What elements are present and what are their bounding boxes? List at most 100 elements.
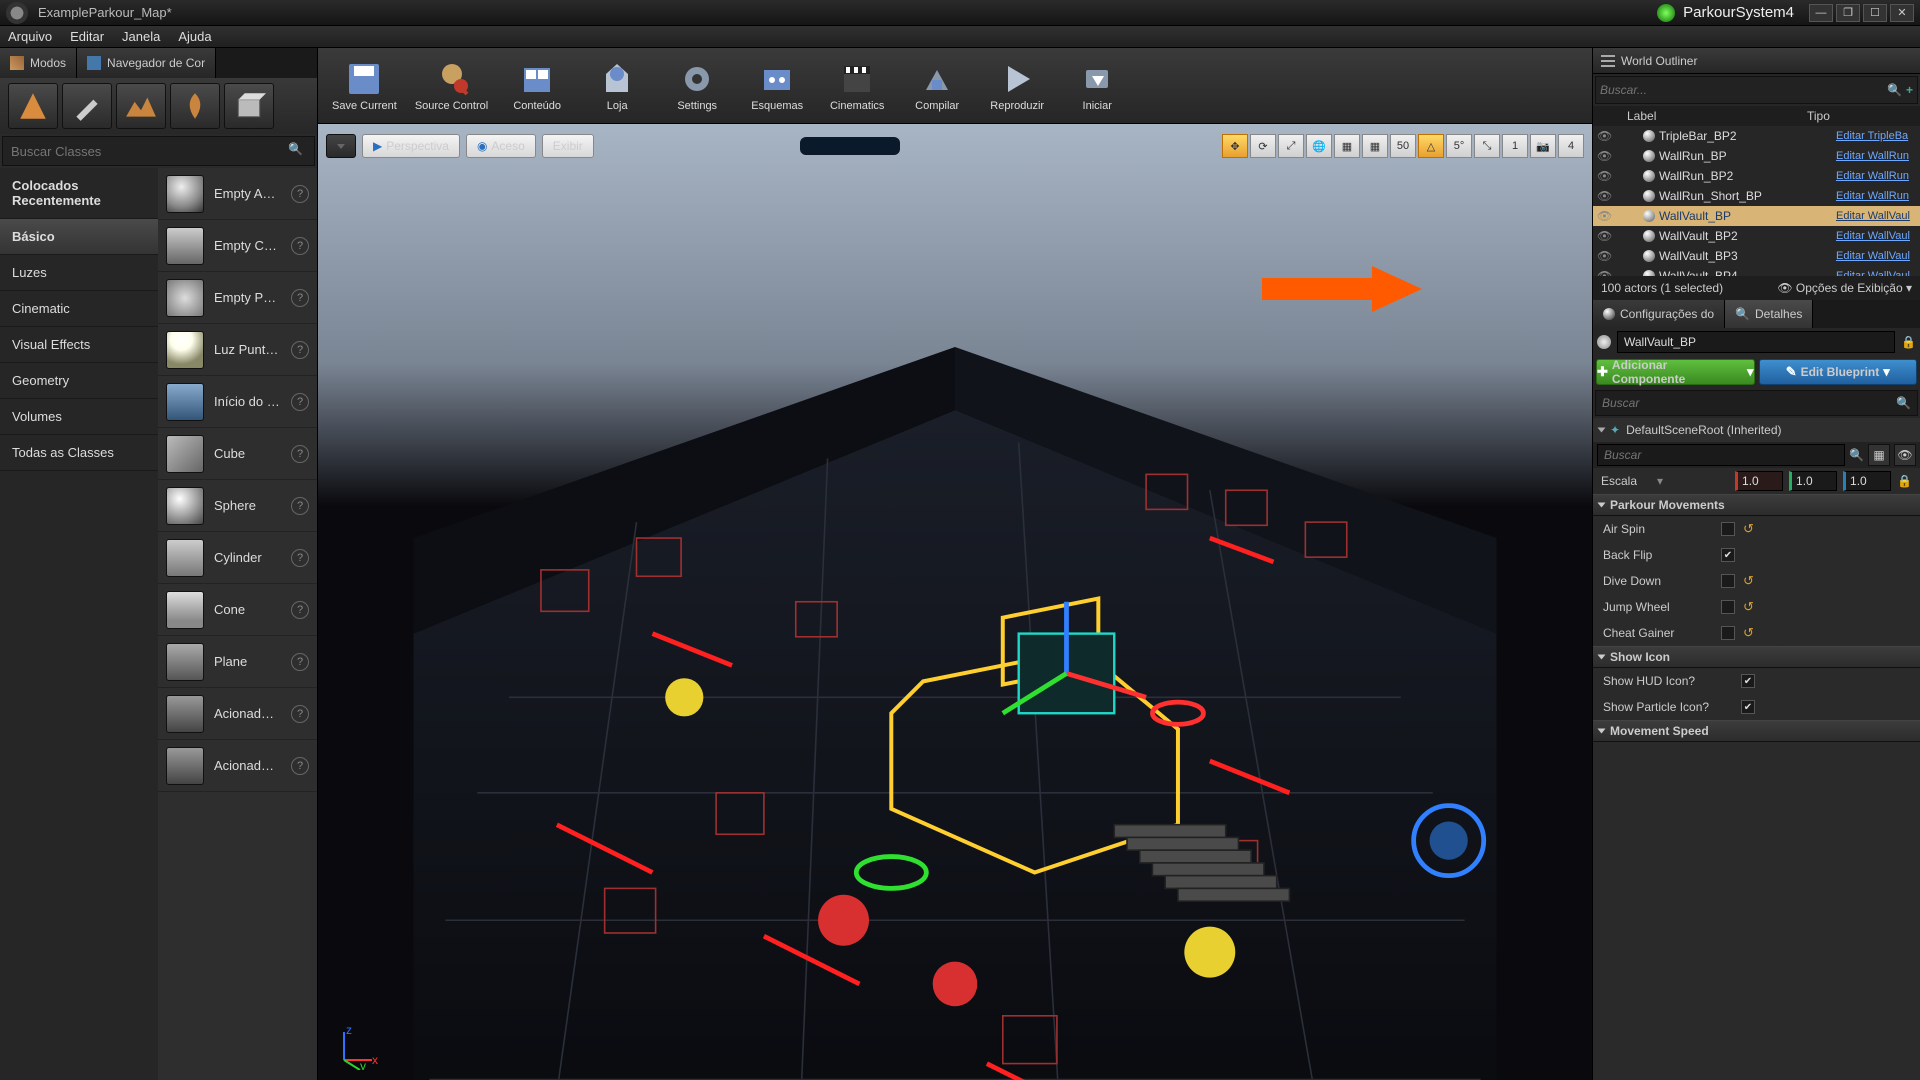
lock-icon[interactable]: 🔒 (1897, 474, 1912, 488)
menu-edit[interactable]: Editar (70, 29, 104, 44)
edit-link[interactable]: Editar WallVaul (1836, 210, 1916, 222)
checkbox[interactable]: ✔ (1741, 700, 1755, 714)
toolbar-cine-button[interactable]: Cinematics (820, 51, 894, 121)
checkbox[interactable] (1721, 574, 1735, 588)
info-icon[interactable]: ? (291, 497, 309, 515)
reset-icon[interactable]: ↺ (1743, 573, 1754, 589)
grid-snap-value[interactable]: 50 (1390, 134, 1416, 158)
info-icon[interactable]: ? (291, 757, 309, 775)
edit-link[interactable]: Editar WallRun (1836, 170, 1916, 182)
component-search-input[interactable] (1602, 396, 1896, 410)
scale-snap-toggle[interactable]: ⤡ (1474, 134, 1500, 158)
scene-root-row[interactable]: ✦ DefaultSceneRoot (Inherited) (1593, 418, 1920, 442)
category-item[interactable]: Visual Effects (0, 327, 158, 363)
tab-content-browser[interactable]: Navegador de Cor (77, 48, 216, 78)
column-label[interactable]: Label (1627, 109, 1807, 123)
scale-snap-value[interactable]: 1 (1502, 134, 1528, 158)
actor-item[interactable]: Cube? (158, 428, 317, 480)
category-item[interactable]: Colocados Recentemente (0, 168, 158, 219)
category-item[interactable]: Todas as Classes (0, 435, 158, 471)
outliner-row[interactable]: 👁WallVault_BPEditar WallVaul (1593, 206, 1920, 226)
visibility-icon[interactable]: 👁 (1597, 129, 1611, 143)
grid-snap-toggle[interactable]: ▦ (1362, 134, 1388, 158)
visibility-icon[interactable]: 👁 (1597, 269, 1611, 276)
property-matrix-button[interactable]: ▦ (1868, 444, 1890, 466)
visibility-icon[interactable]: 👁 (1597, 189, 1611, 203)
toolbar-gear-button[interactable]: Settings (660, 51, 734, 121)
toolbar-build-button[interactable]: Compilar (900, 51, 974, 121)
outliner-row[interactable]: 👁WallRun_BPEditar WallRun (1593, 146, 1920, 166)
search-classes[interactable]: 🔍 (2, 136, 315, 166)
source-control-status-icon[interactable] (1657, 4, 1675, 22)
view-options-button[interactable]: 👁 Opções de Exibição ▾ (1777, 281, 1912, 295)
category-item[interactable]: Luzes (0, 255, 158, 291)
search-classes-input[interactable] (11, 144, 288, 159)
perspective-button[interactable]: ▶Perspectiva (362, 134, 460, 158)
outliner-row[interactable]: 👁WallRun_Short_BPEditar WallRun (1593, 186, 1920, 206)
actor-name-input[interactable] (1617, 331, 1895, 353)
checkbox[interactable]: ✔ (1741, 674, 1755, 688)
menu-file[interactable]: Arquivo (8, 29, 52, 44)
tab-details[interactable]: 🔍Detalhes (1725, 300, 1813, 328)
info-icon[interactable]: ? (291, 653, 309, 671)
menu-window[interactable]: Janela (122, 29, 160, 44)
checkbox[interactable] (1721, 626, 1735, 640)
viewport-options-button[interactable] (326, 134, 356, 158)
checkbox[interactable] (1721, 522, 1735, 536)
info-icon[interactable]: ? (291, 705, 309, 723)
mode-geometry-button[interactable] (224, 83, 274, 129)
actor-item[interactable]: Empty Pawn? (158, 272, 317, 324)
reset-icon[interactable]: ↺ (1743, 625, 1754, 641)
category-item[interactable]: Cinematic (0, 291, 158, 327)
info-icon[interactable]: ? (291, 445, 309, 463)
rotate-gizmo-button[interactable]: ⟳ (1250, 134, 1276, 158)
edit-link[interactable]: Editar WallVaul (1836, 250, 1916, 262)
edit-link[interactable]: Editar WallRun (1836, 150, 1916, 162)
actor-item[interactable]: Cylinder? (158, 532, 317, 584)
mode-paint-button[interactable] (62, 83, 112, 129)
info-icon[interactable]: ? (291, 549, 309, 567)
category-item[interactable]: Básico (0, 219, 158, 255)
actor-item[interactable]: Cone? (158, 584, 317, 636)
actor-item[interactable]: Acionador da? (158, 688, 317, 740)
scale-gizmo-button[interactable]: ⤢ (1278, 134, 1304, 158)
add-component-button[interactable]: ✚ Adicionar Componente ▾ (1596, 359, 1755, 385)
toolbar-play-button[interactable]: Reproduzir (980, 51, 1054, 121)
info-icon[interactable]: ? (291, 341, 309, 359)
checkbox[interactable]: ✔ (1721, 548, 1735, 562)
scale-y-input[interactable] (1789, 471, 1837, 491)
info-icon[interactable]: ? (291, 393, 309, 411)
info-icon[interactable]: ? (291, 185, 309, 203)
details-search-input[interactable] (1597, 444, 1845, 466)
visibility-icon[interactable]: 👁 (1597, 229, 1611, 243)
edit-link[interactable]: Editar WallVaul (1836, 230, 1916, 242)
toolbar-source-button[interactable]: Source Control (409, 51, 494, 121)
tab-modes[interactable]: Modos (0, 48, 77, 78)
actor-item[interactable]: Empty Charac? (158, 220, 317, 272)
coordinate-space-button[interactable]: 🌐 (1306, 134, 1332, 158)
window-close-button[interactable]: ✕ (1890, 4, 1914, 22)
outliner-row[interactable]: 👁TripleBar_BP2Editar TripleBa (1593, 126, 1920, 146)
actor-item[interactable]: Sphere? (158, 480, 317, 532)
actor-item[interactable]: Plane? (158, 636, 317, 688)
angle-snap-value[interactable]: 5° (1446, 134, 1472, 158)
window-minimize-button[interactable]: — (1809, 4, 1833, 22)
window-restore-button[interactable]: ❐ (1836, 4, 1860, 22)
toolbar-market-button[interactable]: Loja (580, 51, 654, 121)
actor-item[interactable]: Luz Puntiform? (158, 324, 317, 376)
edit-link[interactable]: Editar TripleBa (1836, 130, 1916, 142)
visibility-icon[interactable]: 👁 (1597, 209, 1611, 223)
toolbar-blueprint-button[interactable]: Esquemas (740, 51, 814, 121)
category-item[interactable]: Volumes (0, 399, 158, 435)
checkbox[interactable] (1721, 600, 1735, 614)
reset-icon[interactable]: ↺ (1743, 599, 1754, 615)
visibility-icon[interactable]: 👁 (1597, 249, 1611, 263)
add-filter-button[interactable]: + (1906, 83, 1913, 97)
outliner-row[interactable]: 👁WallVault_BP4Editar WallVaul (1593, 266, 1920, 276)
chevron-down-icon[interactable]: ▾ (1657, 474, 1663, 488)
section-parkour-movements[interactable]: Parkour Movements (1593, 494, 1920, 516)
outliner-row[interactable]: 👁WallVault_BP2Editar WallVaul (1593, 226, 1920, 246)
camera-speed-value[interactable]: 4 (1558, 134, 1584, 158)
outliner-search-input[interactable] (1600, 83, 1887, 97)
info-icon[interactable]: ? (291, 289, 309, 307)
